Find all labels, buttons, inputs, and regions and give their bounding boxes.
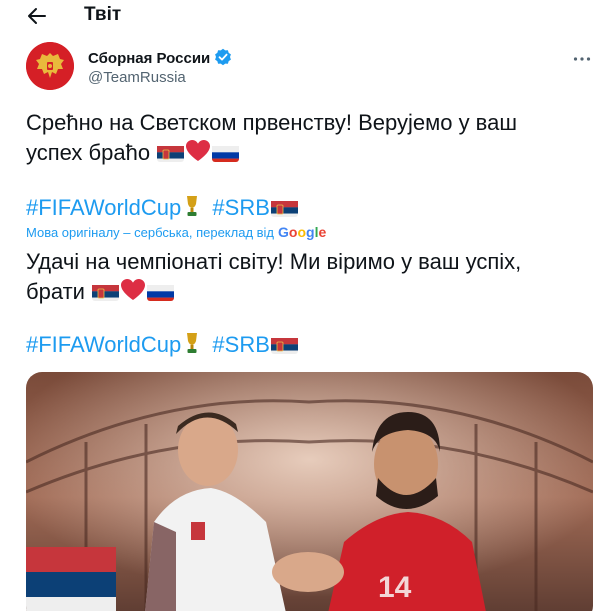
more-horizontal-icon: [573, 57, 591, 61]
arrow-left-icon: [28, 8, 46, 24]
author-name-text: Сборная России: [88, 50, 211, 67]
jersey-number: 14: [378, 571, 412, 604]
google-letter: g: [306, 224, 315, 240]
google-logo: Google: [278, 224, 326, 240]
translated-text-line: Удачі на чемпіонаті світу! Ми віримо у в…: [26, 249, 522, 274]
russia-flag-icon: [147, 282, 175, 301]
translated-text-fragment: брати: [26, 279, 85, 304]
author-handle[interactable]: @TeamRussia: [88, 69, 186, 86]
hashtag-link[interactable]: #SRB: [212, 332, 269, 357]
google-letter: o: [297, 224, 307, 240]
hashtag-link[interactable]: #FIFAWorldCup: [26, 195, 181, 220]
red-heart-icon: [186, 140, 211, 161]
top-bar: Твіт: [0, 0, 613, 32]
players-handshake-image: 14: [26, 372, 593, 611]
hashtag-link[interactable]: #SRB: [212, 195, 269, 220]
hashtag-link[interactable]: #FIFAWorldCup: [26, 332, 181, 357]
hashtag-line: #FIFAWorldCup #SRB: [26, 193, 299, 223]
trophy-icon: [187, 333, 198, 353]
tweet-text-line: Срећно на Светском првенству! Верујемо у…: [26, 110, 518, 135]
russia-flag-icon: [212, 143, 240, 162]
author-name[interactable]: Сборная России: [88, 48, 232, 67]
trophy-icon: [187, 196, 198, 216]
google-letter: G: [278, 224, 289, 240]
page-title: Твіт: [84, 4, 122, 25]
avatar[interactable]: [26, 42, 74, 90]
google-letter: e: [318, 224, 327, 240]
serbia-flag-icon: [270, 335, 298, 354]
serbia-flag-icon: [92, 282, 120, 301]
back-button[interactable]: [22, 2, 52, 30]
tweet-text-fragment: успех браћо: [26, 140, 151, 165]
red-heart-icon: [121, 279, 146, 300]
tweet-text-line: успех браћо: [26, 138, 240, 168]
tweet-media-image[interactable]: 14: [26, 372, 593, 611]
coat-of-arms-icon: [26, 42, 74, 90]
serbia-flag-icon: [157, 143, 185, 162]
translation-note-text: Мова оригіналу – сербська, переклад від: [26, 225, 275, 240]
more-button[interactable]: [571, 48, 593, 70]
translated-text-line: брати: [26, 277, 175, 307]
verified-badge-icon: [215, 48, 232, 66]
tweet-author: Сборная России @TeamRussia: [26, 42, 596, 92]
translation-note[interactable]: Мова оригіналу – сербська, переклад від G…: [26, 224, 326, 240]
serbia-flag-icon: [270, 198, 298, 217]
hashtag-line: #FIFAWorldCup #SRB: [26, 330, 299, 360]
